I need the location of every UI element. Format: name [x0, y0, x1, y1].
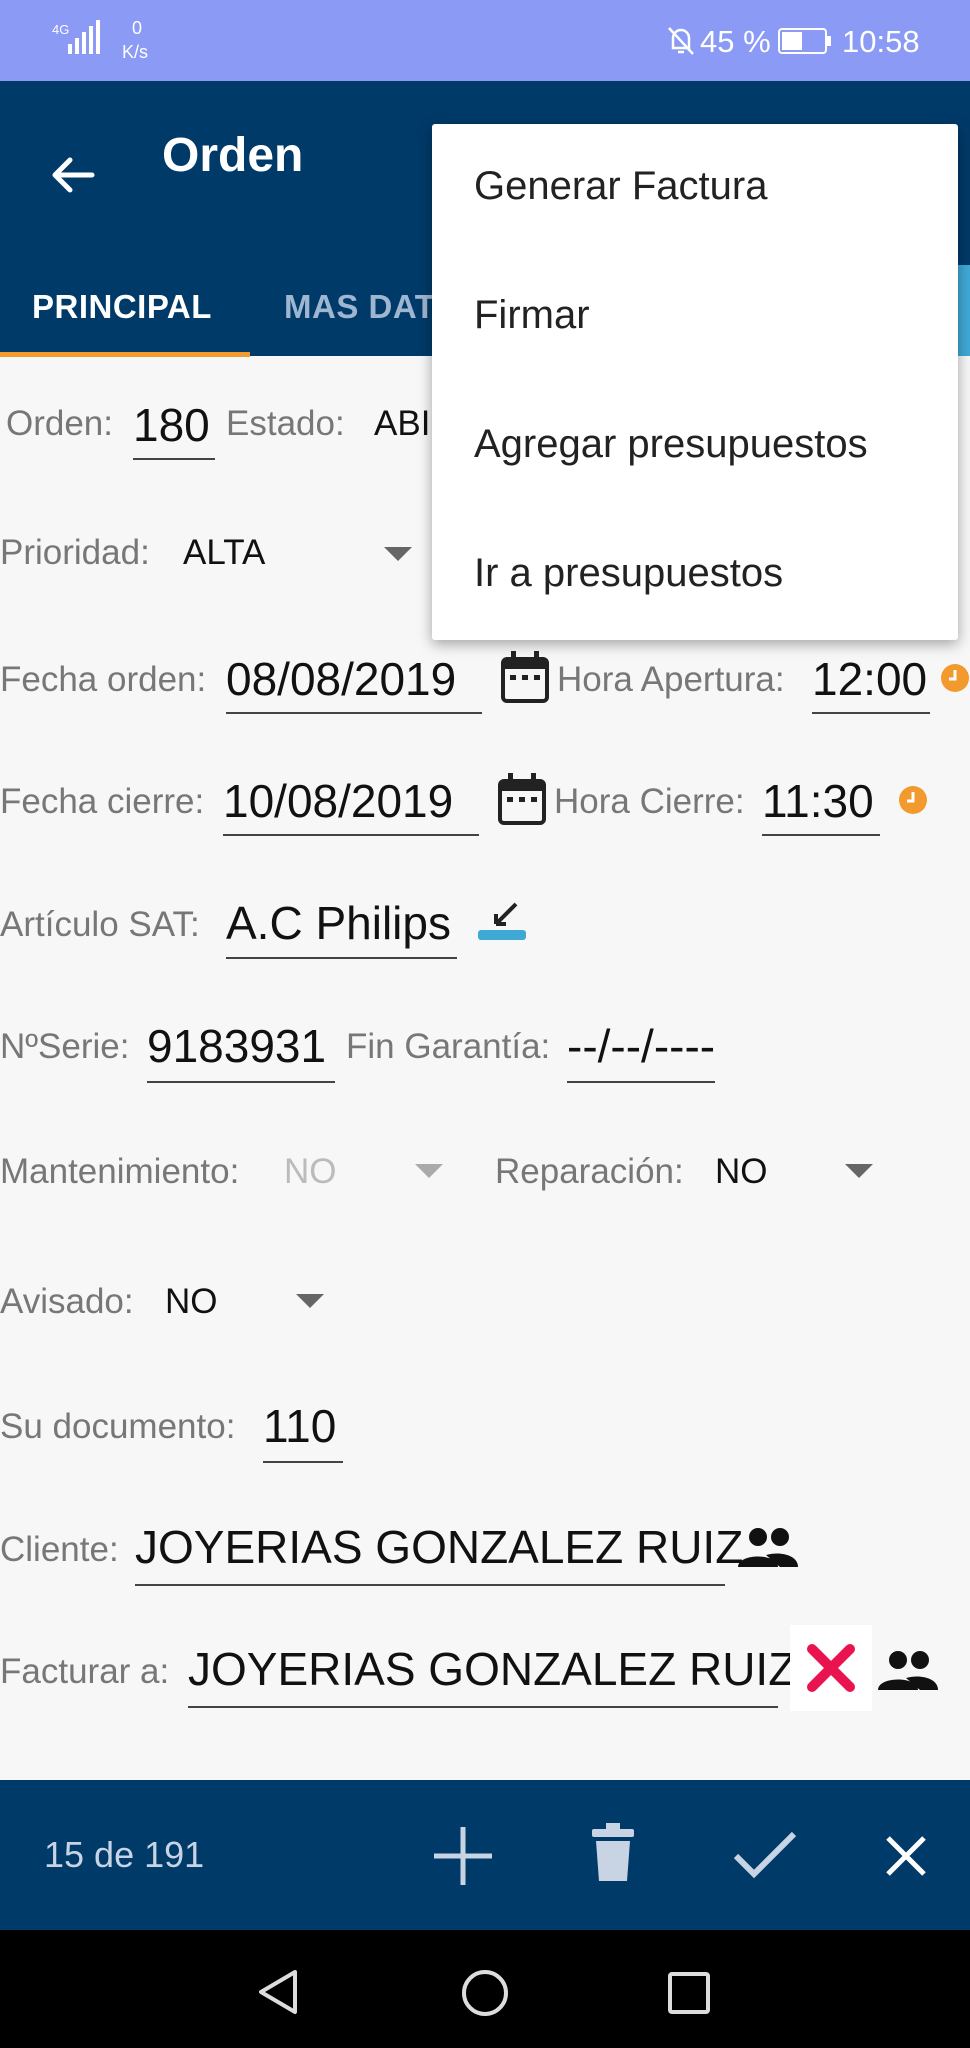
- serie-field[interactable]: 9183931: [147, 1019, 326, 1073]
- menu-item-firmar[interactable]: Firmar: [474, 293, 590, 338]
- battery-percent: 45 %: [700, 24, 771, 59]
- battery-icon: [778, 28, 831, 54]
- fecha-cierre-field[interactable]: 10/08/2019: [223, 774, 453, 828]
- documento-label: Su documento:: [0, 1407, 236, 1446]
- people-icon[interactable]: [736, 1525, 800, 1569]
- nav-home-icon[interactable]: [460, 1968, 510, 2018]
- system-nav-bar: [0, 1930, 970, 2048]
- orden-field[interactable]: 180: [133, 398, 210, 452]
- back-arrow-icon[interactable]: [48, 150, 98, 200]
- garantia-field[interactable]: --/--/----: [567, 1019, 715, 1073]
- serie-label: NºSerie:: [0, 1027, 130, 1066]
- mute-bell-icon: [668, 27, 694, 55]
- menu-item-ir-a-presupuestos[interactable]: Ir a presupuestos: [474, 551, 783, 596]
- check-icon[interactable]: [732, 1830, 798, 1880]
- garantia-label: Fin Garantía:: [346, 1027, 551, 1066]
- calendar-icon[interactable]: [500, 651, 550, 705]
- documento-field[interactable]: 110: [263, 1399, 336, 1453]
- facturar-underline: [188, 1706, 778, 1708]
- fecha-cierre-label: Fecha cierre:: [0, 782, 205, 821]
- facturar-label: Facturar a:: [0, 1652, 170, 1691]
- clear-x-icon: [807, 1644, 855, 1692]
- hora-cierre-label: Hora Cierre:: [554, 782, 745, 821]
- prioridad-label: Prioridad:: [0, 533, 150, 572]
- orden-underline: [133, 458, 215, 460]
- nav-back-icon[interactable]: [255, 1968, 301, 2016]
- estado-label: Estado:: [226, 404, 345, 443]
- facturar-field[interactable]: JOYERIAS GONZALEZ RUIZ: [188, 1642, 796, 1696]
- fecha-orden-field[interactable]: 08/08/2019: [226, 652, 456, 706]
- page-title: Orden: [162, 129, 304, 182]
- fecha-orden-label: Fecha orden:: [0, 660, 207, 699]
- article-icon[interactable]: [474, 900, 530, 944]
- mantenimiento-dropdown-arrow: [415, 1164, 443, 1178]
- menu-item-generar-factura[interactable]: Generar Factura: [474, 164, 767, 209]
- speed-value: 0: [132, 18, 143, 38]
- hora-apertura-field[interactable]: 12:00: [812, 652, 927, 706]
- orden-label: Orden:: [6, 404, 113, 443]
- delete-icon[interactable]: [590, 1823, 636, 1883]
- hora-cierre-field[interactable]: 11:30: [762, 774, 874, 828]
- speed-unit: K/s: [122, 42, 149, 62]
- cliente-underline: [135, 1584, 725, 1586]
- menu-item-agregar-presupuestos[interactable]: Agregar presupuestos: [474, 422, 868, 467]
- articulo-field[interactable]: A.C Philips: [226, 896, 451, 950]
- articulo-label: Artículo SAT:: [0, 905, 200, 944]
- avisado-select[interactable]: NO: [165, 1282, 218, 1322]
- estado-select[interactable]: ABI: [374, 404, 430, 444]
- cliente-label: Cliente:: [0, 1530, 119, 1569]
- hora-cierre-underline: [762, 834, 880, 836]
- mantenimiento-select: NO: [284, 1152, 337, 1191]
- clear-button[interactable]: [790, 1625, 872, 1711]
- fecha-orden-underline: [226, 712, 482, 714]
- tab-indicator: [0, 352, 250, 357]
- articulo-underline: [226, 957, 457, 959]
- clock-time: 10:58: [842, 24, 920, 59]
- network-type: 4G: [52, 22, 70, 37]
- fecha-cierre-underline: [223, 834, 479, 836]
- mantenimiento-label: Mantenimiento:: [0, 1152, 240, 1191]
- tab-principal[interactable]: PRINCIPAL: [32, 288, 212, 326]
- status-bar: 4G 0 K/s 45 % 10:58: [0, 0, 970, 81]
- prioridad-dropdown-arrow[interactable]: [384, 547, 412, 561]
- prioridad-select[interactable]: ALTA: [183, 533, 265, 573]
- cliente-field[interactable]: JOYERIAS GONZALEZ RUIZ: [135, 1520, 743, 1574]
- reparacion-label: Reparación:: [495, 1152, 684, 1191]
- serie-underline: [147, 1081, 335, 1083]
- record-pager: 15 de 191: [44, 1834, 205, 1875]
- clock-icon[interactable]: [898, 785, 928, 815]
- tab-mas-datos[interactable]: MAS DAT: [284, 288, 435, 326]
- calendar-icon[interactable]: [497, 773, 547, 827]
- reparacion-dropdown-arrow[interactable]: [845, 1164, 873, 1178]
- close-icon[interactable]: [884, 1834, 928, 1878]
- documento-underline: [263, 1461, 343, 1463]
- nav-recents-icon[interactable]: [667, 1971, 711, 2015]
- garantia-underline: [567, 1081, 715, 1083]
- people-icon[interactable]: [876, 1648, 940, 1692]
- hora-apertura-label: Hora Apertura:: [557, 660, 785, 699]
- clock-icon[interactable]: [940, 663, 970, 693]
- overflow-menu: Generar Factura Firmar Agregar presupues…: [432, 124, 958, 640]
- avisado-label: Avisado:: [0, 1282, 134, 1321]
- avisado-dropdown-arrow[interactable]: [296, 1294, 324, 1308]
- reparacion-select[interactable]: NO: [715, 1152, 768, 1192]
- hora-apertura-underline: [812, 712, 930, 714]
- add-icon[interactable]: [430, 1823, 496, 1889]
